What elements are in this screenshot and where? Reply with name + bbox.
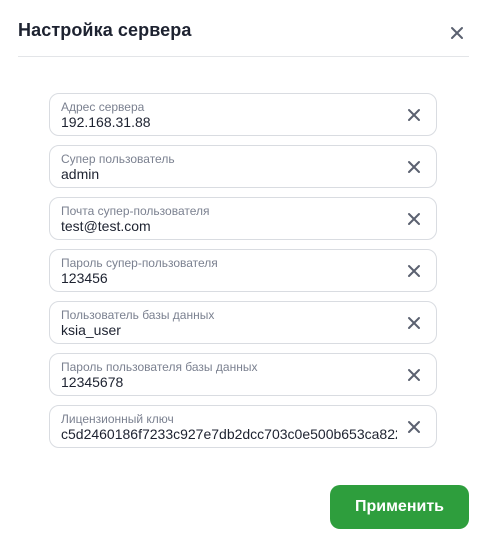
header-divider [18,56,469,57]
db-user-field[interactable]: Пользователь базы данных ksia_user [49,301,437,344]
field-label: Адрес сервера [61,100,145,114]
super-user-password-field[interactable]: Пароль супер-пользователя 123456 [49,249,437,292]
clear-icon[interactable] [407,316,421,330]
dialog-header: Настройка сервера [0,0,488,57]
clear-icon[interactable] [407,264,421,278]
clear-icon[interactable] [407,160,421,174]
field-value[interactable]: test@test.com [61,218,397,234]
clear-icon[interactable] [407,420,421,434]
super-user-email-field[interactable]: Почта супер-пользователя test@test.com [49,197,437,240]
clear-icon[interactable] [407,108,421,122]
field-label: Пользователь базы данных [61,308,215,322]
server-address-field[interactable]: Адрес сервера 192.168.31.88 [49,93,437,136]
field-value[interactable]: 123456 [61,270,397,286]
super-user-field[interactable]: Супер пользователь admin [49,145,437,188]
apply-button[interactable]: Применить [330,485,469,529]
field-value[interactable]: 192.168.31.88 [61,114,397,130]
field-value[interactable]: admin [61,166,397,182]
license-key-field[interactable]: Лицензионный ключ c5d2460186f7233c927e7d… [49,405,437,448]
close-icon[interactable] [447,23,467,43]
field-label: Почта супер-пользователя [61,204,210,218]
field-label: Супер пользователь [61,152,175,166]
field-label: Лицензионный ключ [61,412,174,426]
dialog-title: Настройка сервера [18,20,192,40]
field-label: Пароль супер-пользователя [61,256,218,270]
server-settings-dialog: Настройка сервера Адрес сервера 192.168.… [0,0,488,553]
clear-icon[interactable] [407,212,421,226]
field-label: Пароль пользователя базы данных [61,360,258,374]
clear-icon[interactable] [407,368,421,382]
db-user-password-field[interactable]: Пароль пользователя базы данных 12345678 [49,353,437,396]
field-value[interactable]: 12345678 [61,374,397,390]
field-value[interactable]: c5d2460186f7233c927e7db2dcc703c0e500b653… [61,426,397,442]
field-value[interactable]: ksia_user [61,322,397,338]
